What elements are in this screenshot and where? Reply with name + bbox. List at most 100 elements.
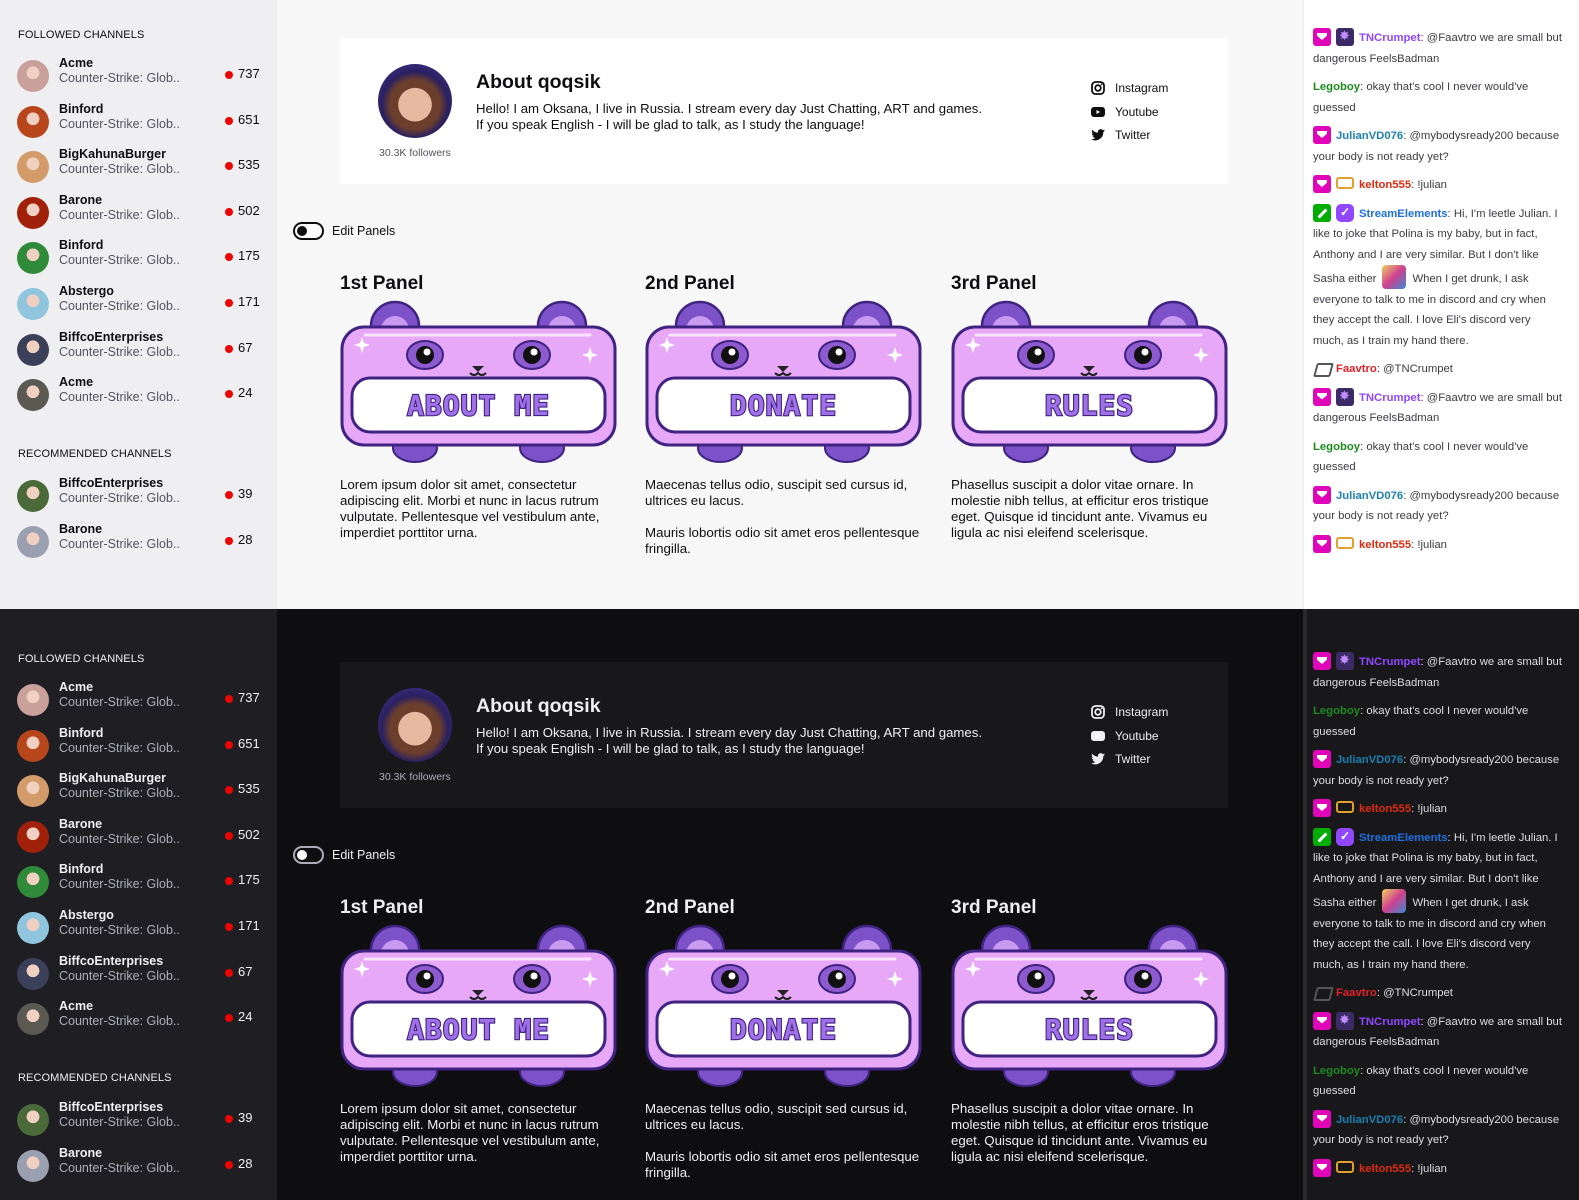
bits-badge-icon[interactable] (1336, 801, 1354, 813)
sub-badge-icon[interactable] (1313, 175, 1331, 193)
description-line: Hello! I am Oksana, I live in Russia. I … (476, 101, 982, 116)
panel-banner-image[interactable]: ABOUT ME (340, 924, 617, 1089)
social-link-youtube[interactable]: Youtube (1090, 104, 1159, 120)
sidebar-channel-item[interactable]: Acme Counter-Strike: Glob.. 737 (17, 56, 267, 96)
twitter-icon (1091, 753, 1105, 765)
star-badge-icon[interactable] (1336, 650, 1354, 671)
channel-avatar (17, 379, 49, 412)
chat-username[interactable]: kelton555 (1359, 803, 1411, 815)
channel-name: Binford (59, 862, 104, 877)
panel-banner-image[interactable]: ABOUT ME (340, 300, 617, 465)
social-link-twitter[interactable]: Twitter (1090, 751, 1150, 767)
sub-badge-icon[interactable] (1313, 28, 1331, 46)
sub-badge-icon[interactable] (1313, 126, 1331, 144)
dark-theme-view: FOLLOWED CHANNELS Acme Counter-Strike: Glo… (0, 609, 1579, 1200)
sub-badge-icon[interactable] (1313, 1109, 1331, 1128)
star-badge-icon[interactable] (1336, 1010, 1354, 1030)
viewer-count: 535 (238, 781, 260, 797)
chat-username[interactable]: TNCrumpet (1359, 32, 1421, 44)
sidebar-channel-item[interactable]: Binford Counter-Strike: Glob.. 175 (17, 238, 267, 278)
sidebar-channel-item[interactable]: Binford Counter-Strike: Glob.. 175 (17, 862, 267, 902)
mod-badge-icon[interactable] (1313, 203, 1331, 222)
bot-badge-icon[interactable] (1313, 983, 1331, 1001)
chat-username[interactable]: JulianVD076 (1336, 130, 1403, 142)
bot-badge-icon[interactable] (1313, 359, 1331, 377)
ver-badge-icon[interactable] (1336, 202, 1354, 222)
sub-badge-icon[interactable] (1313, 652, 1331, 670)
chat-username[interactable]: kelton555 (1359, 539, 1411, 551)
chat-username[interactable]: StreamElements (1359, 208, 1448, 220)
chat-text: @TNCrumpet (1383, 363, 1453, 375)
panel-banner-image[interactable]: RULES (951, 924, 1228, 1089)
sidebar-channel-item[interactable]: BiffcoEnterprises Counter-Strike: Glob.. 3… (17, 1100, 267, 1140)
sidebar-channel-item[interactable]: Acme Counter-Strike: Glob.. 24 (17, 999, 267, 1039)
chat-username[interactable]: Legoboy (1313, 441, 1360, 453)
sidebar-channel-item[interactable]: BigKahunaBurger Counter-Strike: Glob.. 535 (17, 771, 267, 811)
live-indicator-icon (225, 207, 233, 216)
about-description: Hello! I am Oksana, I live in Russia. I … (476, 725, 1016, 757)
chat-username[interactable]: StreamElements (1359, 832, 1448, 844)
ver-badge-icon[interactable] (1336, 826, 1354, 846)
sidebar-channel-item[interactable]: Acme Counter-Strike: Glob.. 737 (17, 680, 267, 720)
sub-badge-icon[interactable] (1313, 1158, 1331, 1177)
chat-username[interactable]: TNCrumpet (1359, 392, 1421, 404)
social-link-twitter[interactable]: Twitter (1090, 127, 1150, 143)
mod-badge-icon[interactable] (1313, 827, 1331, 846)
social-link-instagram[interactable]: Instagram (1090, 704, 1168, 720)
bits-badge-icon[interactable] (1336, 177, 1354, 189)
chat-username[interactable]: Legoboy (1313, 705, 1360, 717)
chat-username[interactable]: JulianVD076 (1336, 1114, 1403, 1126)
sub-badge-icon[interactable] (1313, 1011, 1331, 1030)
sidebar-channel-item[interactable]: BigKahunaBurger Counter-Strike: Glob.. 535 (17, 147, 267, 187)
chat-username[interactable]: Legoboy (1313, 81, 1360, 93)
sidebar-channel-item[interactable]: BiffcoEnterprises Counter-Strike: Glob.. 6… (17, 954, 267, 994)
sidebar-channel-item[interactable]: Barone Counter-Strike: Glob.. 502 (17, 193, 267, 233)
social-link-instagram[interactable]: Instagram (1090, 80, 1168, 96)
sidebar-channel-item[interactable]: Binford Counter-Strike: Glob.. 651 (17, 726, 267, 766)
social-link-label: Youtube (1115, 728, 1159, 743)
chat-username[interactable]: Faavtro (1336, 363, 1377, 375)
chat-username[interactable]: Faavtro (1336, 987, 1377, 999)
channel-game: Counter-Strike: Glob.. (59, 207, 180, 222)
sidebar-channel-item[interactable]: Barone Counter-Strike: Glob.. 502 (17, 817, 267, 857)
chat-username[interactable]: kelton555 (1359, 179, 1411, 191)
chat-username[interactable]: JulianVD076 (1336, 754, 1403, 766)
panel-banner-image[interactable]: DONATE (645, 924, 922, 1089)
panel-banner-image[interactable]: RULES (951, 300, 1228, 465)
follower-count: 30.3K followers (379, 147, 451, 159)
sub-badge-icon[interactable] (1313, 534, 1331, 553)
live-indicator-icon (225, 299, 233, 307)
bits-badge-icon[interactable] (1336, 536, 1354, 549)
sidebar-channel-item[interactable]: Binford Counter-Strike: Glob.. 651 (17, 102, 267, 142)
chat-message: JulianVD076: @mybodysready200 because yo… (1313, 485, 1563, 527)
star-badge-icon[interactable] (1336, 386, 1354, 406)
sub-badge-icon[interactable] (1313, 799, 1331, 817)
social-link-youtube[interactable]: Youtube (1090, 728, 1159, 744)
panel-title: 3rd Panel (951, 273, 1037, 294)
chat-username[interactable]: JulianVD076 (1336, 490, 1403, 502)
edit-panels-toggle[interactable] (293, 222, 324, 240)
bits-badge-icon[interactable] (1336, 1160, 1354, 1173)
channel-avatar (17, 775, 49, 808)
sidebar-channel-item[interactable]: BiffcoEnterprises Counter-Strike: Glob.. 3… (17, 476, 267, 516)
chat-username[interactable]: kelton555 (1359, 1163, 1411, 1175)
sub-badge-icon[interactable] (1313, 387, 1331, 406)
sidebar-channel-item[interactable]: Abstergo Counter-Strike: Glob.. 171 (17, 284, 267, 324)
sidebar-channel-item[interactable]: Acme Counter-Strike: Glob.. 24 (17, 375, 267, 415)
about-card: 30.3K followers About qoqsik Hello! I am O… (340, 662, 1228, 808)
chat-message: Faavtro: @TNCrumpet (1313, 983, 1563, 1004)
panel-banner-image[interactable]: DONATE (645, 300, 922, 465)
sub-badge-icon[interactable] (1313, 485, 1331, 504)
chat-username[interactable]: TNCrumpet (1359, 656, 1421, 668)
channel-game: Counter-Strike: Glob.. (59, 116, 180, 131)
sidebar-channel-item[interactable]: Barone Counter-Strike: Glob.. 28 (17, 1146, 267, 1186)
sidebar-channel-item[interactable]: BiffcoEnterprises Counter-Strike: Glob.. 6… (17, 330, 267, 370)
social-link-label: Instagram (1115, 705, 1169, 719)
sidebar-channel-item[interactable]: Barone Counter-Strike: Glob.. 28 (17, 522, 267, 562)
sidebar-channel-item[interactable]: Abstergo Counter-Strike: Glob.. 171 (17, 908, 267, 948)
edit-panels-toggle[interactable] (293, 846, 324, 864)
chat-username[interactable]: Legoboy (1313, 1065, 1360, 1077)
star-badge-icon[interactable] (1336, 26, 1354, 47)
chat-username[interactable]: TNCrumpet (1359, 1016, 1421, 1028)
sub-badge-icon[interactable] (1313, 750, 1331, 768)
